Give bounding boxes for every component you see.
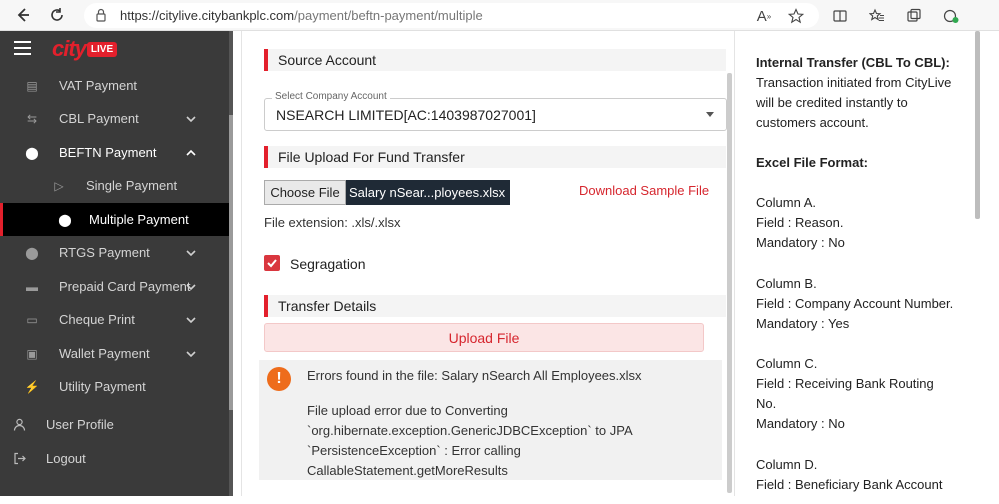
favorite-star-icon[interactable] — [786, 6, 806, 26]
column-b-field: Field : Company Account Number. — [756, 296, 954, 311]
sidebar-item-vat-payment[interactable]: ▤ VAT Payment — [0, 69, 229, 102]
play-outline-icon: ▷ — [54, 178, 64, 193]
info-title: Internal Transfer (CBL To CBL): — [756, 55, 950, 70]
collections-icon[interactable] — [904, 6, 924, 26]
wallet-icon: ▣ — [26, 346, 38, 361]
sidebar-item-prepaid-card-payment[interactable]: ▬ Prepaid Card Payment — [0, 270, 229, 303]
column-c-mandatory: Mandatory : No — [756, 416, 845, 431]
circle-icon: ⬤ — [25, 145, 39, 160]
upload-file-button[interactable]: Upload File — [264, 323, 704, 352]
sidebar-item-beftn-payment[interactable]: ⬤ BEFTN Payment — [0, 136, 229, 169]
select-label: Select Company Account — [272, 91, 390, 102]
sidebar-item-rtgs-payment[interactable]: ⬤ RTGS Payment — [0, 236, 229, 269]
column-b: Column B. — [756, 276, 817, 291]
address-bar[interactable]: https://citylive.citybankplc.com/payment… — [84, 3, 819, 28]
segregation-label: Segragation — [290, 256, 366, 272]
browser-toolbar: https://citylive.citybankplc.com/payment… — [0, 0, 999, 31]
column-d-field: Field : Beneficiary Bank Account — [756, 477, 943, 492]
source-account-heading: Source Account — [264, 49, 726, 71]
column-a-mandatory: Mandatory : No — [756, 235, 845, 250]
sidebar-item-wallet-payment[interactable]: ▣ Wallet Payment — [0, 337, 229, 370]
column-a: Column A. — [756, 195, 816, 210]
sidebar-item-multiple-payment[interactable]: ⬤ Multiple Payment — [0, 203, 229, 236]
circle-icon: ⬤ — [25, 245, 39, 260]
sidebar-item-single-payment[interactable]: ▷ Single Payment — [0, 169, 229, 202]
sidebar-item-user-profile[interactable]: User Profile — [0, 408, 229, 441]
column-a-field: Field : Reason. — [756, 215, 844, 230]
chevron-down-icon — [186, 283, 196, 290]
segregation-checkbox[interactable] — [264, 255, 280, 271]
sidebar-item-utility-payment[interactable]: ⚡ Utility Payment — [0, 370, 229, 403]
chevron-down-icon — [186, 115, 196, 122]
sidebar-item-logout[interactable]: Logout — [0, 442, 229, 475]
refresh-icon[interactable] — [46, 4, 68, 26]
error-title: Errors found in the file: Salary nSearch… — [307, 368, 642, 383]
sidebar-scroll-thumb[interactable] — [229, 115, 233, 410]
file-upload-heading: File Upload For Fund Transfer — [264, 146, 726, 168]
excel-format-heading: Excel File Format: — [756, 155, 868, 170]
sidebar-item-cbl-payment[interactable]: ⇆ CBL Payment — [0, 102, 229, 135]
chevron-down-icon — [186, 316, 196, 323]
file-extension-note: File extension: .xls/.xlsx — [264, 215, 401, 230]
cheque-icon: ▭ — [26, 312, 38, 327]
caret-down-icon[interactable] — [706, 112, 714, 117]
warning-icon: ! — [267, 367, 291, 391]
logout-icon — [12, 452, 26, 466]
url-text: https://citylive.citybankplc.com/payment… — [120, 8, 483, 23]
read-aloud-icon[interactable]: A» — [754, 6, 774, 26]
sidebar-item-cheque-print[interactable]: ▭ Cheque Print — [0, 303, 229, 336]
column-b-mandatory: Mandatory : Yes — [756, 316, 850, 331]
extension-icon[interactable] — [941, 6, 961, 26]
column-d: Column D. — [756, 457, 818, 472]
check-icon — [267, 259, 277, 268]
chevron-down-icon — [186, 350, 196, 357]
choose-file-button[interactable]: Choose File — [264, 180, 346, 205]
download-sample-link[interactable]: Download Sample File — [579, 183, 709, 198]
main-scrollbar[interactable] — [727, 73, 732, 493]
error-message: File upload error due to Converting `org… — [307, 403, 632, 478]
info-description: Transaction initiated from CityLive will… — [756, 75, 952, 130]
lock-icon — [96, 8, 106, 22]
user-icon — [12, 418, 26, 432]
chevron-down-icon — [186, 249, 196, 256]
utility-icon: ⚡ — [24, 379, 40, 394]
receipt-icon: ▤ — [26, 78, 38, 93]
card-icon: ▬ — [26, 279, 38, 294]
transfer-icon: ⇆ — [26, 111, 38, 126]
transfer-details-heading: Transfer Details — [264, 295, 726, 317]
back-icon[interactable] — [12, 4, 34, 26]
select-value: NSEARCH LIMITED[AC:1403987027001] — [276, 107, 536, 123]
citylive-logo: city LIVE — [52, 36, 118, 61]
chevron-up-icon — [186, 149, 196, 156]
info-scrollbar[interactable] — [975, 31, 980, 219]
circle-icon: ⬤ — [58, 212, 72, 227]
split-screen-icon[interactable] — [830, 6, 850, 26]
favorites-icon[interactable] — [867, 6, 887, 26]
selected-file-name: Salary nSear...ployees.xlsx — [346, 180, 510, 205]
column-c-field: Field : Receiving Bank Routing No. — [756, 376, 934, 411]
bottom-edge — [0, 496, 999, 504]
column-c: Column C. — [756, 356, 818, 371]
menu-icon[interactable] — [14, 41, 31, 55]
